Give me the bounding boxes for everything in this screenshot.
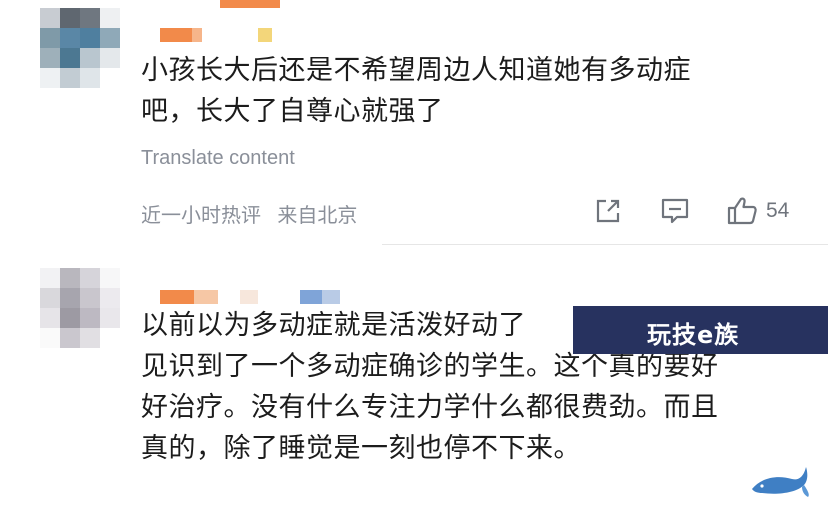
thumbs-up-icon [727, 197, 757, 225]
user-badge [220, 0, 280, 14]
comment-button[interactable] [660, 194, 690, 228]
comment-item: 小孩长大后还是不希望周边人知道她有多动症 吧，长大了自尊心就强了 Transla… [0, 0, 828, 246]
avatar[interactable] [40, 8, 120, 88]
like-count: 54 [766, 199, 790, 222]
translate-link[interactable]: Translate content [141, 147, 295, 170]
comment-icon [661, 198, 689, 224]
avatar[interactable] [40, 268, 120, 348]
comment-meta: 近一小时热评 来自北京 [141, 199, 357, 228]
comment-location: 来自北京 [277, 203, 358, 227]
username[interactable] [160, 290, 360, 304]
share-icon [596, 199, 620, 223]
share-button[interactable] [594, 194, 622, 228]
username[interactable] [160, 28, 300, 42]
comment-time: 近一小时热评 [141, 203, 261, 227]
whale-icon [752, 467, 809, 497]
divider [382, 244, 828, 245]
watermark-text: 玩技e族 [647, 321, 740, 349]
comment-item: 以前以为多动症就是活泼好动了 见识到了一个多动症确诊的学生。这个真的要好 好治疗… [0, 246, 828, 507]
like-button[interactable]: 54 [726, 194, 789, 228]
watermark-badge: 玩技e族 [573, 306, 828, 354]
comment-text: 小孩长大后还是不希望周边人知道她有多动症 吧，长大了自尊心就强了 [141, 55, 691, 127]
